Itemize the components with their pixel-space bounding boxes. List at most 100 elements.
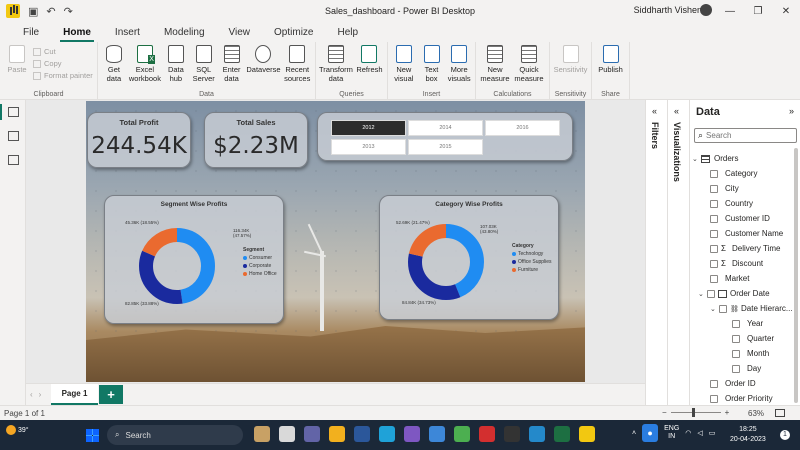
menu-help[interactable]: Help <box>326 27 369 42</box>
recent-sources-button[interactable]: Recent sources <box>282 45 312 83</box>
field-checkbox[interactable] <box>719 304 727 313</box>
year-tile[interactable]: 2013 <box>331 139 406 155</box>
menu-file[interactable]: File <box>12 27 50 42</box>
tab-page-1[interactable]: Page 1 <box>51 384 98 405</box>
field-checkbox[interactable] <box>710 214 718 223</box>
field-row[interactable]: Category <box>692 166 789 181</box>
field-checkbox[interactable] <box>710 244 718 253</box>
legend-item[interactable]: Corporate <box>243 263 277 269</box>
legend-item[interactable]: Technology <box>512 251 552 257</box>
avatar[interactable] <box>700 4 712 16</box>
user-name[interactable]: Siddharth Vishen <box>634 5 702 15</box>
field-row[interactable]: Customer ID <box>692 211 789 226</box>
field-checkbox[interactable] <box>710 274 718 283</box>
vscode-icon[interactable] <box>529 426 545 442</box>
field-row[interactable]: Σ Delivery Time <box>692 241 789 256</box>
chrome-icon[interactable] <box>454 426 470 442</box>
field-row[interactable]: Country <box>692 196 789 211</box>
field-row[interactable]: Order ID <box>692 376 789 391</box>
year-tile[interactable]: 2015 <box>408 139 483 155</box>
field-row[interactable]: City <box>692 181 789 196</box>
zoom-thumb[interactable] <box>691 408 695 417</box>
app-icon[interactable] <box>254 426 270 442</box>
year-tile[interactable]: 2016 <box>485 120 560 136</box>
expand-visualizations-icon[interactable]: « <box>674 106 679 116</box>
teams-icon[interactable] <box>304 426 320 442</box>
field-checkbox[interactable] <box>710 259 718 268</box>
app-icon[interactable] <box>279 426 295 442</box>
search-input[interactable] <box>706 131 787 140</box>
zoom-out-icon[interactable]: − <box>662 408 667 417</box>
opera-icon[interactable] <box>479 426 495 442</box>
cut-button[interactable]: Cut <box>33 47 93 56</box>
year-tile[interactable]: 2014 <box>408 120 483 136</box>
volume-icon[interactable]: ◁ <box>697 429 702 437</box>
field-row[interactable]: Market <box>692 271 789 286</box>
total-profit-card[interactable]: Total Profit 244.54K <box>87 112 191 168</box>
menu-view[interactable]: View <box>218 27 262 42</box>
report-view-button[interactable] <box>0 100 26 124</box>
format-painter-button[interactable]: Format painter <box>33 71 93 80</box>
data-hub-button[interactable]: Data hub <box>163 45 189 83</box>
data-search[interactable]: ⌕ <box>694 128 797 143</box>
word-icon[interactable] <box>354 426 370 442</box>
app-icon[interactable] <box>429 426 445 442</box>
clock[interactable]: 18:25 20-04-2023 <box>730 425 766 445</box>
weather-widget[interactable]: 39° <box>6 425 29 435</box>
model-view-button[interactable] <box>0 148 26 172</box>
date-level-row[interactable]: Quarter <box>692 331 789 346</box>
field-checkbox[interactable] <box>732 334 740 343</box>
menu-modeling[interactable]: Modeling <box>153 27 216 42</box>
chevron-down-icon[interactable]: ⌄ <box>692 155 701 163</box>
legend-item[interactable]: Home Office <box>243 271 277 277</box>
legend-item[interactable]: Furniture <box>512 267 552 273</box>
legend-item[interactable]: Office Supplies <box>512 259 552 265</box>
date-level-row[interactable]: Year <box>692 316 789 331</box>
sensitivity-button[interactable]: Sensitivity <box>553 45 588 74</box>
close-icon[interactable]: ✕ <box>772 0 800 22</box>
table-view-button[interactable] <box>0 124 26 148</box>
transform-data-button[interactable]: Transform data <box>319 45 353 83</box>
field-checkbox[interactable] <box>710 229 718 238</box>
field-row[interactable]: Σ Discount <box>692 256 789 271</box>
segment-profits-chart[interactable]: Segment Wise Profits 45.36K (18.55%) 116… <box>104 195 284 324</box>
data-pane-scrollbar[interactable] <box>794 148 798 403</box>
field-order-date[interactable]: ⌄ Order Date <box>692 286 789 301</box>
field-checkbox[interactable] <box>732 364 740 373</box>
paste-button[interactable]: Paste <box>3 45 31 74</box>
field-checkbox[interactable] <box>732 319 740 328</box>
year-tile[interactable]: 2012 <box>331 120 406 136</box>
chevron-up-icon[interactable]: ˄ <box>632 430 636 437</box>
copy-button[interactable]: Copy <box>33 59 93 68</box>
field-checkbox[interactable] <box>710 379 718 388</box>
app-icon[interactable] <box>404 426 420 442</box>
page-nav-arrows[interactable]: ‹› <box>30 390 47 399</box>
table-orders[interactable]: ⌄ Orders <box>692 151 789 166</box>
taskbar-search[interactable]: ⌕ Search <box>107 425 243 445</box>
notification-badge[interactable]: 1 <box>780 430 790 440</box>
expand-filters-icon[interactable]: « <box>652 106 657 116</box>
excel-workbook-button[interactable]: Excel workbook <box>129 45 161 83</box>
report-page[interactable]: Total Profit 244.54K Total Sales $2.23M … <box>86 101 585 382</box>
wifi-icon[interactable]: ◠ <box>685 429 691 437</box>
field-checkbox[interactable] <box>710 169 718 178</box>
chevron-down-icon[interactable]: ⌄ <box>698 290 707 298</box>
get-data-button[interactable]: Get data <box>101 45 127 83</box>
visualizations-pane[interactable]: « Visualizations <box>667 100 689 405</box>
field-checkbox[interactable] <box>707 289 715 298</box>
minimize-icon[interactable]: — <box>716 0 744 22</box>
field-date-hierarchy[interactable]: ⌄ ⛓ Date Hierarc... <box>692 301 793 316</box>
total-sales-card[interactable]: Total Sales $2.23M <box>204 112 308 168</box>
filters-pane[interactable]: « Filters <box>645 100 667 405</box>
restore-icon[interactable]: ❐ <box>744 0 772 22</box>
field-checkbox[interactable] <box>710 394 718 403</box>
publish-button[interactable]: Publish <box>595 45 626 74</box>
file-explorer-icon[interactable] <box>329 426 345 442</box>
category-profits-chart[interactable]: Category Wise Profits 52.69K (21.47%) 10… <box>379 195 559 320</box>
fit-to-page-icon[interactable] <box>775 409 785 417</box>
menu-insert[interactable]: Insert <box>104 27 151 42</box>
windows-start-icon[interactable] <box>86 429 99 442</box>
refresh-button[interactable]: Refresh <box>355 45 384 74</box>
add-page-button[interactable]: + <box>99 385 123 404</box>
more-visuals-button[interactable]: More visuals <box>446 45 472 83</box>
